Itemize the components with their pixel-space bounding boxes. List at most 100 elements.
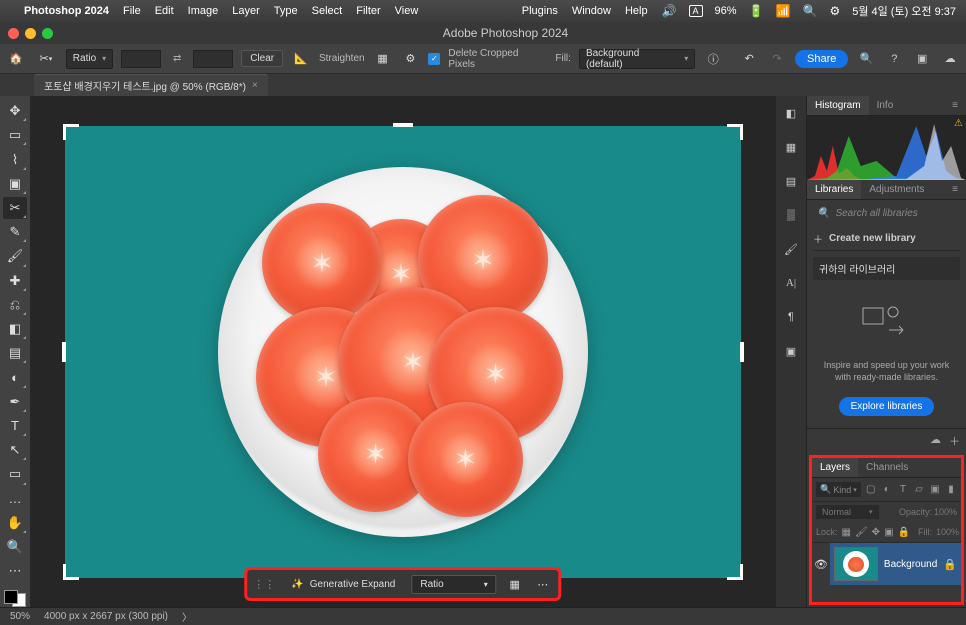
healing-tool[interactable]: ✚ [3,270,27,292]
crop-handle-top[interactable] [393,123,413,127]
filter-pixel-icon[interactable]: ▢ [865,483,877,497]
panel-menu-icon[interactable]: ≡ [944,96,966,115]
search-icon[interactable]: 🔍 [856,49,876,69]
input-lang[interactable]: A [689,5,703,17]
zoom-window[interactable] [42,28,53,39]
menu-plugins[interactable]: Plugins [522,5,558,17]
menu-layer[interactable]: Layer [232,5,260,17]
eyedropper-tool[interactable]: ✎ [3,221,27,243]
clone-tool[interactable]: ⎌ [3,294,27,316]
zoom-tool[interactable]: 🔍 [3,536,27,558]
undo-icon[interactable]: ↶ [739,49,759,69]
libraries-add-icon[interactable]: ＋ [949,433,960,449]
settings-gear-icon[interactable]: ⚙ [401,49,421,69]
overlay-icon[interactable]: ▦ [373,49,393,69]
info-icon[interactable]: ⓘ [703,49,723,69]
swatches-panel-icon[interactable]: ▦ [780,136,802,158]
fill-opacity-value[interactable]: 100% [936,527,959,537]
filter-toggle[interactable]: ▮ [945,483,957,497]
marquee-tool[interactable]: ▭ [3,124,27,146]
filter-type-icon[interactable]: T [897,483,909,497]
lock-position-icon[interactable]: ✥ [872,525,880,539]
app-name[interactable]: Photoshop 2024 [24,5,109,17]
character-panel-icon[interactable]: A| [780,272,802,294]
close-tab-icon[interactable]: × [252,80,258,91]
opacity-value[interactable]: 100% [934,507,957,517]
clear-button[interactable]: Clear [241,50,283,67]
color-swatches[interactable] [4,590,26,607]
menu-view[interactable]: View [395,5,419,17]
swap-dimensions-icon[interactable]: ⇄ [169,53,185,64]
document-tab[interactable]: 포토샵 배경지우기 테스트.jpg @ 50% (RGB/8*) × [34,74,268,96]
create-library-button[interactable]: ＋ Create new library [813,227,960,251]
libraries-cloud-icon[interactable]: ☁ [930,433,941,449]
histogram-tab[interactable]: Histogram [807,96,869,115]
share-button[interactable]: Share [795,50,848,68]
pen-tool[interactable]: ✒ [3,391,27,413]
lasso-tool[interactable]: ⌇ [3,148,27,170]
brush-tool[interactable]: 🖌 [3,245,27,267]
crop-tool-icon[interactable]: ✂︎▾ [34,47,58,71]
filter-adjust-icon[interactable]: ◐ [881,483,893,497]
home-button[interactable]: 🏠 [6,49,26,69]
info-tab[interactable]: Info [869,96,902,115]
control-center-icon[interactable]: ⚙ [829,4,840,18]
move-tool[interactable]: ✥ [3,100,27,122]
library-item[interactable]: 귀하의 라이브러리 [813,257,960,280]
menu-image[interactable]: Image [188,5,219,17]
edit-toolbar[interactable]: ⋯ [3,560,27,582]
lock-icon[interactable]: 🔒 [943,558,957,571]
straighten-label[interactable]: Straighten [319,53,365,64]
aspect-ratio-dropdown[interactable]: Ratio▾ [66,49,113,69]
spotlight-icon[interactable]: 🔍 [802,4,817,18]
filter-shape-icon[interactable]: ▱ [913,483,925,497]
fill-dropdown[interactable]: Background (default)▾ [579,49,695,69]
crop-handle-right[interactable] [740,342,744,362]
cloud-icon[interactable]: ☁ [940,49,960,69]
menu-help[interactable]: Help [625,5,648,17]
document-dimensions[interactable]: 4000 px x 2667 px (300 ppi) [44,611,168,622]
libraries-panel-menu-icon[interactable]: ≡ [944,180,966,199]
delete-cropped-checkbox[interactable]: ✓ [428,53,440,65]
lock-all-icon[interactable]: 🔒 [898,525,910,539]
wifi-icon[interactable]: 📶 [776,4,791,18]
gradient-tool[interactable]: ▤ [3,342,27,364]
layer-visibility-toggle[interactable]: 👁 [812,558,830,571]
ctb-more-icon[interactable]: ⋯ [533,574,553,594]
canvas-area[interactable]: ⋮⋮ ✨ Generative Expand Ratio▾ ▦ ⋯ [30,96,776,607]
menu-window[interactable]: Window [572,5,611,17]
filter-smart-icon[interactable]: ▣ [929,483,941,497]
paragraph-panel-icon[interactable]: ¶ [780,306,802,328]
properties-panel-icon[interactable]: ▣ [780,340,802,362]
hand-tool[interactable]: ✋ [3,512,27,534]
status-chevron-icon[interactable]: 〉 [182,609,192,624]
straighten-icon[interactable]: 📐 [291,49,311,69]
menu-select[interactable]: Select [312,5,343,17]
type-tool[interactable]: T [3,415,27,437]
menu-type[interactable]: Type [274,5,298,17]
history-tool[interactable]: … [3,488,27,510]
volume-icon[interactable]: 🔊 [662,4,677,18]
eraser-tool[interactable]: ◧ [3,318,27,340]
crop-handle-left[interactable] [62,342,66,362]
dodge-tool[interactable]: ◐ [3,366,27,388]
generative-expand-button[interactable]: ✨ Generative Expand [283,575,403,594]
path-tool[interactable]: ↖ [3,439,27,461]
ctb-overlay-icon[interactable]: ▦ [505,574,525,594]
help-icon[interactable]: ? [884,49,904,69]
artboard[interactable] [65,126,741,578]
lock-transparency-icon[interactable]: ▦ [842,525,851,539]
object-select-tool[interactable]: ▣ [3,173,27,195]
close-window[interactable] [8,28,19,39]
crop-width-field[interactable] [121,50,161,68]
ctb-drag-handle[interactable]: ⋮⋮ [253,578,275,591]
histogram-warning-icon[interactable]: ⚠ [954,118,963,129]
menu-edit[interactable]: Edit [155,5,174,17]
shape-tool[interactable]: ▭ [3,463,27,485]
ctb-ratio-dropdown[interactable]: Ratio▾ [411,575,496,594]
lock-artboard-icon[interactable]: ▣ [884,525,893,539]
explore-libraries-button[interactable]: Explore libraries [839,397,935,416]
clock[interactable]: 5월 4일 (토) 오전 9:37 [852,3,956,19]
libraries-tab[interactable]: Libraries [807,180,861,199]
battery-pct[interactable]: 96% [715,5,737,17]
